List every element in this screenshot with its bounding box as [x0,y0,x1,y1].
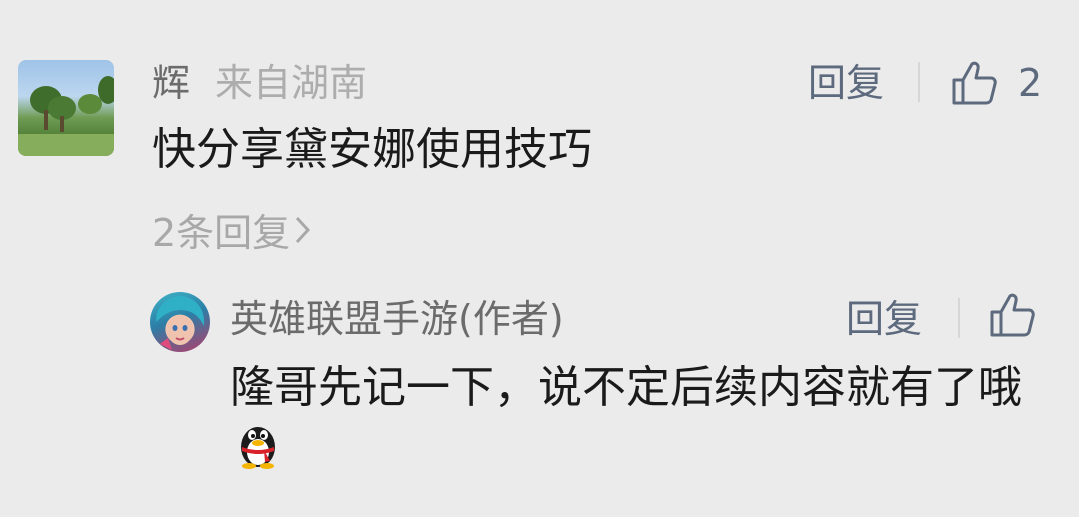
reply-avatar[interactable] [150,292,210,352]
like-count: 2 [1018,61,1043,105]
reply-count-label: 2条回复 [152,211,291,255]
comment-location: 来自湖南 [215,61,368,105]
comment-content: 快分享黛安娜使用技巧 [152,124,592,175]
reply-author[interactable]: 英雄联盟手游(作者) [230,293,564,345]
like-button[interactable] [988,292,1036,338]
avatar[interactable] [18,60,114,156]
divider [958,298,960,338]
divider [918,62,920,102]
comment-thread: 辉 来自湖南 回复 2 快分享黛安娜使用技巧 2条回复 英雄联盟手游(作者) 回… [0,0,1079,517]
qq-penguin-icon [234,419,282,486]
reply-button[interactable]: 回复 [808,57,884,109]
like-button[interactable]: 2 [950,57,1042,109]
view-replies-link[interactable]: 2条回复 [152,207,312,259]
thumbs-up-icon [952,61,997,105]
reply-content-block: 隆哥先记一下，说不定后续内容就有了哦 [230,357,1050,486]
reply-content: 隆哥先记一下，说不定后续内容就有了哦 [230,362,1022,413]
thumbs-up-icon [990,293,1035,337]
reply-button[interactable]: 回复 [846,293,922,345]
chevron-right-icon [294,207,312,259]
landscape-photo-icon [18,76,114,156]
comment-author[interactable]: 辉 [152,57,190,109]
game-character-icon [156,296,205,350]
